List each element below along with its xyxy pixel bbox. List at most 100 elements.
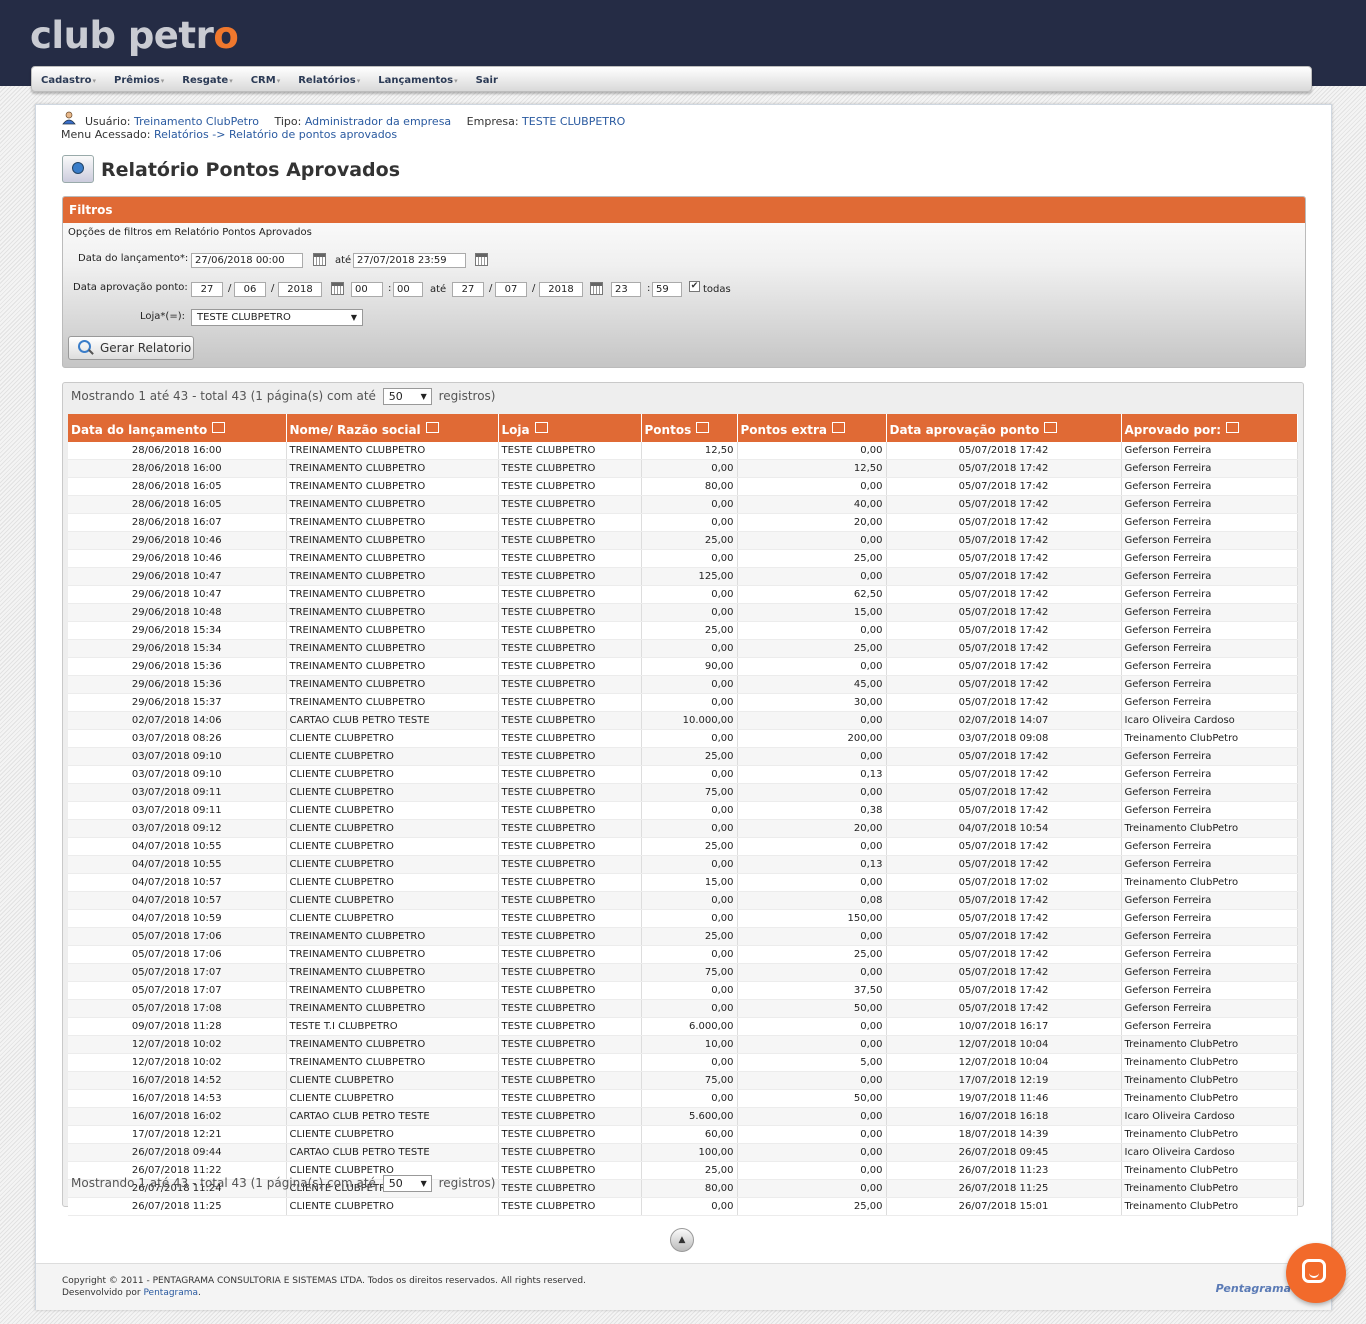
cell-approved-by: Treinamento ClubPetro [1121, 1071, 1298, 1090]
table-row: 04/07/2018 10:57 CLIENTE CLUBPETRO TESTE C… [68, 873, 1298, 892]
approval-from-day[interactable]: 27 [191, 282, 223, 297]
sort-icon[interactable] [832, 421, 846, 433]
table-row: 17/07/2018 12:21 CLIENTE CLUBPETRO TESTE C… [68, 1125, 1298, 1144]
launch-date-to-input[interactable]: 27/07/2018 23:59 [353, 253, 466, 268]
breadcrumb-path[interactable]: Relatórios -> Relatório de pontos aprova… [154, 128, 397, 141]
cell-approval-date: 05/07/2018 17:42 [886, 639, 1122, 658]
cell-store: TESTE CLUBPETRO [498, 1017, 642, 1036]
per-page-select[interactable]: 50 ▼ [382, 388, 432, 405]
calendar-icon[interactable] [475, 253, 488, 266]
launch-date-label: Data do lançamento*: [78, 253, 189, 264]
cell-extra-points: 25,00 [737, 549, 887, 568]
cell-extra-points: 0,00 [737, 567, 887, 586]
cell-date-launch: 26/07/2018 11:25 [68, 1197, 287, 1216]
cell-approval-date: 12/07/2018 10:04 [886, 1035, 1122, 1054]
approval-to-hour[interactable]: 23 [611, 282, 641, 297]
approval-from-year[interactable]: 2018 [278, 282, 322, 297]
column-header-date-launch[interactable]: Data do lançamento [68, 414, 287, 442]
cell-store: TESTE CLUBPETRO [498, 1035, 642, 1054]
column-header-store[interactable]: Loja [498, 414, 642, 442]
cell-date-launch: 03/07/2018 08:26 [68, 729, 287, 748]
calendar-icon[interactable] [331, 282, 344, 295]
menu-premios[interactable]: Prêmios▾ [105, 67, 173, 95]
cell-approved-by: Geferson Ferreira [1121, 442, 1298, 460]
cell-points: 0,00 [641, 855, 738, 874]
arrow-up-icon: ▲ [678, 1235, 686, 1245]
chat-launcher-button[interactable] [1286, 1243, 1346, 1303]
cell-approval-date: 05/07/2018 17:42 [886, 765, 1122, 784]
approval-to-year[interactable]: 2018 [539, 282, 583, 297]
menu-resgate[interactable]: Resgate▾ [173, 67, 241, 95]
cell-extra-points: 0,00 [737, 1071, 887, 1090]
cell-store: TESTE CLUBPETRO [498, 837, 642, 856]
sort-icon[interactable] [1044, 421, 1058, 433]
sort-icon[interactable] [425, 421, 439, 433]
cell-approved-by: Geferson Ferreira [1121, 747, 1298, 766]
menu-cadastro[interactable]: Cadastro▾ [32, 67, 105, 95]
menu-sair[interactable]: Sair [467, 67, 507, 94]
cell-approved-by: Geferson Ferreira [1121, 513, 1298, 532]
approval-to-day[interactable]: 27 [452, 282, 484, 297]
cell-date-launch: 05/07/2018 17:08 [68, 999, 287, 1018]
cell-points: 25,00 [641, 621, 738, 640]
store-select[interactable]: TESTE CLUBPETRO ▼ [191, 309, 363, 326]
todas-checkbox[interactable]: ✔ [689, 281, 700, 292]
cell-approved-by: Geferson Ferreira [1121, 765, 1298, 784]
approval-from-hour[interactable]: 00 [351, 282, 383, 297]
cell-approved-by: Geferson Ferreira [1121, 657, 1298, 676]
copyright-text: Copyright © 2011 - PENTAGRAMA CONSULTORI… [62, 1276, 586, 1298]
cell-approval-date: 05/07/2018 17:42 [886, 621, 1122, 640]
approval-to-minute[interactable]: 59 [652, 282, 682, 297]
sort-icon[interactable] [1226, 421, 1240, 433]
column-header-approval-date[interactable]: Data aprovação ponto [886, 414, 1122, 442]
cell-approval-date: 03/07/2018 09:08 [886, 729, 1122, 748]
cell-name: TREINAMENTO CLUBPETRO [286, 513, 499, 532]
generate-report-button[interactable]: Gerar Relatorio [68, 336, 194, 360]
cell-date-launch: 03/07/2018 09:10 [68, 765, 287, 784]
cell-extra-points: 0,38 [737, 801, 887, 820]
filters-subtitle: Opções de filtros em Relatório Pontos Ap… [68, 227, 312, 238]
menu-crm[interactable]: CRM▾ [242, 67, 290, 95]
cell-approval-date: 05/07/2018 17:42 [886, 675, 1122, 694]
approval-from-minute[interactable]: 00 [393, 282, 423, 297]
cell-store: TESTE CLUBPETRO [498, 442, 642, 460]
developer-link[interactable]: Pentagrama [143, 1288, 198, 1298]
club-petro-logo[interactable]: club petro [30, 14, 239, 57]
column-header-points[interactable]: Pontos [641, 414, 738, 442]
cell-name: TREINAMENTO CLUBPETRO [286, 999, 499, 1018]
menu-relatorios[interactable]: Relatórios▾ [289, 67, 369, 95]
cell-date-launch: 17/07/2018 12:21 [68, 1125, 287, 1144]
cell-points: 0,00 [641, 1197, 738, 1216]
column-header-name[interactable]: Nome/ Razão social [286, 414, 499, 442]
cell-extra-points: 30,00 [737, 693, 887, 712]
sort-icon[interactable] [212, 421, 226, 433]
cell-points: 0,00 [641, 801, 738, 820]
menu-lancamentos[interactable]: Lançamentos▾ [369, 67, 466, 95]
cell-points: 0,00 [641, 819, 738, 838]
calendar-icon[interactable] [313, 253, 326, 266]
approval-from-month[interactable]: 06 [234, 282, 266, 297]
scroll-to-top-button[interactable]: ▲ [670, 1228, 694, 1252]
cell-approved-by: Treinamento ClubPetro [1121, 729, 1298, 748]
cell-extra-points: 50,00 [737, 1089, 887, 1108]
cell-points: 0,00 [641, 909, 738, 928]
cell-date-launch: 29/06/2018 10:47 [68, 585, 287, 604]
calendar-icon[interactable] [590, 282, 603, 295]
sort-icon[interactable] [696, 421, 710, 433]
column-header-approved-by[interactable]: Aprovado por: [1121, 414, 1298, 442]
launch-date-from-input[interactable]: 27/06/2018 00:00 [191, 253, 303, 268]
cell-extra-points: 0,00 [737, 621, 887, 640]
cell-approval-date: 18/07/2018 14:39 [886, 1125, 1122, 1144]
pentagrama-logo[interactable]: Pentagrama [1216, 1282, 1291, 1295]
cell-extra-points: 50,00 [737, 999, 887, 1018]
cell-store: TESTE CLUBPETRO [498, 873, 642, 892]
column-header-extra-points[interactable]: Pontos extra [737, 414, 887, 442]
per-page-select[interactable]: 50 ▼ [382, 1175, 432, 1192]
cell-extra-points: 0,00 [737, 1035, 887, 1054]
sort-icon[interactable] [534, 421, 548, 433]
cell-extra-points: 20,00 [737, 513, 887, 532]
cell-name: CARTAO CLUB PETRO TESTE [286, 1107, 499, 1126]
cell-approval-date: 05/07/2018 17:42 [886, 747, 1122, 766]
approval-to-month[interactable]: 07 [495, 282, 527, 297]
cell-points: 5.600,00 [641, 1107, 738, 1126]
